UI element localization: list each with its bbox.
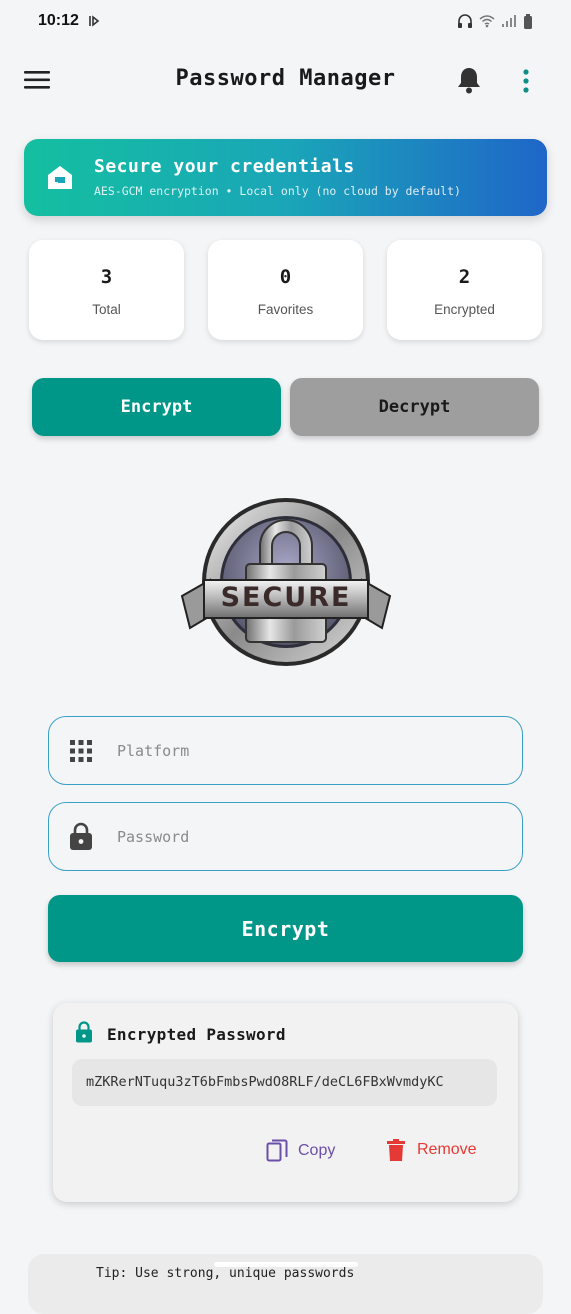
- stat-total-card: 3 Total: [29, 240, 184, 340]
- remove-button[interactable]: Remove: [387, 1139, 477, 1161]
- headphones-icon: [458, 14, 472, 28]
- stat-total-label: Total: [92, 302, 121, 317]
- stat-encrypted-card: 2 Encrypted: [387, 240, 542, 340]
- copy-label: Copy: [298, 1142, 336, 1159]
- result-title: Encrypted Password: [107, 1025, 286, 1044]
- banner-title: Secure your credentials: [94, 156, 355, 177]
- encrypt-button[interactable]: Encrypt: [48, 895, 523, 962]
- media-icon: [89, 15, 100, 27]
- lock-icon: [76, 1021, 92, 1043]
- stat-encrypted-label: Encrypted: [434, 302, 495, 317]
- encrypted-value[interactable]: mZKRerNTuqu3zT6bFmbsPwdO8RLF/deCL6FBxWvm…: [72, 1059, 497, 1106]
- status-icons: [457, 13, 533, 29]
- page-title: Password Manager: [175, 66, 396, 91]
- copy-icon: [266, 1139, 288, 1162]
- status-bar: 10:12: [0, 0, 571, 42]
- status-time: 10:12: [38, 12, 79, 29]
- password-field[interactable]: [48, 802, 523, 871]
- banner-subtitle: AES-GCM encryption • Local only (no clou…: [94, 184, 461, 198]
- stat-favorites-card: 0 Favorites: [208, 240, 363, 340]
- tab-encrypt[interactable]: Encrypt: [32, 378, 281, 436]
- wifi-icon: [479, 15, 495, 28]
- gesture-bar[interactable]: [214, 1262, 358, 1267]
- security-banner: Secure your credentials AES-GCM encrypti…: [24, 139, 547, 216]
- app-bar: Password Manager: [0, 42, 571, 120]
- platform-field[interactable]: [48, 716, 523, 785]
- battery-icon: [524, 13, 532, 29]
- menu-icon[interactable]: [24, 70, 50, 90]
- signal-icon: [502, 15, 516, 27]
- stat-favorites-label: Favorites: [257, 302, 314, 317]
- status-time-group: 10:12: [38, 12, 101, 30]
- more-vert-icon[interactable]: [522, 69, 530, 93]
- encrypted-result-card: Encrypted Password mZKRerNTuqu3zT6bFmbsP…: [53, 1003, 518, 1202]
- copy-button[interactable]: Copy: [266, 1139, 335, 1163]
- tip-text: Tip: Use strong, unique passwords: [96, 1266, 355, 1281]
- emblem-text: SECURE: [220, 582, 352, 613]
- stat-total-value: 3: [100, 266, 113, 288]
- remove-label: Remove: [417, 1141, 477, 1158]
- tab-decrypt[interactable]: Decrypt: [290, 378, 539, 436]
- lock-icon: [70, 822, 92, 850]
- trash-icon: [387, 1139, 405, 1161]
- platform-input[interactable]: [117, 735, 507, 767]
- home-icon: [48, 166, 72, 189]
- stat-favorites-value: 0: [279, 266, 292, 288]
- apps-grid-icon: [70, 740, 92, 762]
- stat-encrypted-value: 2: [458, 266, 471, 288]
- bell-icon[interactable]: [456, 66, 482, 94]
- password-input[interactable]: [117, 821, 507, 853]
